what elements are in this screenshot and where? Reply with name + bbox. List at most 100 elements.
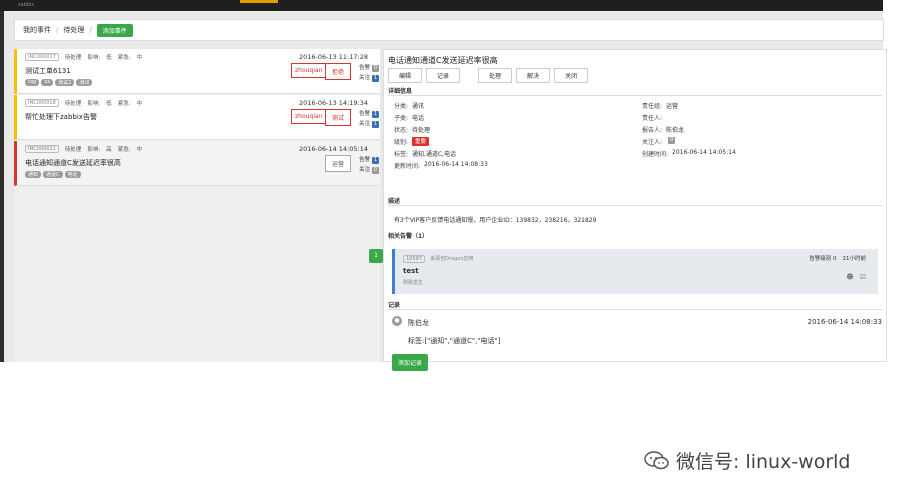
handle-button[interactable]: 处理 (478, 68, 513, 83)
field-tags: 标签: 通知,通道C,电话 (394, 149, 456, 158)
add-log-button[interactable]: 添加记录 (392, 354, 429, 371)
assignee-button[interactable]: zhouqian (291, 63, 327, 78)
event-counts: 告警 1 关注 0 (359, 155, 380, 175)
impact-label: 影响: (87, 147, 101, 153)
field-owner: 责任人: (642, 113, 666, 122)
event-status: 待处理 (64, 101, 82, 107)
field-subcategory: 子类: 电话 (394, 113, 424, 122)
description-text: 有3个VIP客户反馈电话通知慢，用户企业ID：139832，238216，321… (394, 217, 597, 224)
event-tags: tag xx 测试2 测试 (25, 79, 374, 86)
event-tags: 通知 通道C 电话 (25, 171, 374, 178)
field-created: 创建时间: 2016-06-14 14:05:14 (642, 149, 736, 158)
alert-sub: 刚刚发生 (403, 280, 424, 286)
detail-toolbar: 编辑 记录 处理 解决 关闭 (388, 68, 589, 83)
alarms-label: 告警 (359, 65, 371, 71)
field-updated: 更新时间: 2016-06-14 14:08:33 (394, 161, 488, 170)
info-heading: 详细信息 (388, 88, 413, 95)
record-button[interactable]: 记录 (426, 68, 461, 83)
brand-label: zabbix (18, 2, 35, 8)
field-key: 报告人: (642, 127, 663, 134)
watermark-text: 微信号: linux-world (676, 451, 851, 473)
wechat-watermark: 微信号: linux-world (644, 447, 851, 474)
event-action-button[interactable]: 拒绝 (325, 63, 352, 80)
urgency-value: 中 (136, 147, 143, 153)
alarms-label: 告警 (359, 111, 371, 117)
tag[interactable]: 测试 (76, 79, 93, 86)
log-heading: 记录 (388, 302, 401, 309)
field-value: 电话 (412, 115, 425, 122)
tag[interactable]: 通知 (25, 171, 42, 178)
field-level: 级别: 重要 (394, 137, 430, 146)
event-id: INC000018 (25, 99, 59, 107)
field-key: 更新时间: (394, 163, 421, 170)
follows-count: 0 (372, 167, 380, 174)
close-button[interactable]: 关闭 (554, 68, 589, 83)
field-key: 责任人: (642, 115, 663, 122)
field-key: 状态: (394, 127, 409, 134)
alerts-heading: 相关告警（1） (388, 233, 429, 240)
breadcrumb-pending[interactable]: 待处理 (63, 25, 84, 35)
event-title[interactable]: 电话通知通道C发送延迟率很高 (25, 158, 374, 168)
active-nav-indicator (240, 0, 278, 3)
event-counts: 告警 1 关注 1 (359, 109, 380, 129)
alert-ago: 21小时前 (842, 256, 867, 262)
assignee-button[interactable]: zhouqian (291, 109, 327, 124)
follows-count: 1 (372, 121, 380, 128)
field-value: 2016-06-14 14:08:33 (424, 161, 488, 168)
field-value: 待处理 (412, 127, 431, 134)
field-value: 通知,通道C,电话 (412, 151, 457, 158)
event-action-button[interactable]: 运营 (325, 155, 352, 172)
field-watcher: 关注人: 0 (642, 137, 676, 146)
event-action-button[interactable]: 测试 (325, 109, 352, 126)
related-alert[interactable]: 10597 来源自Dragon应用 test 刚刚发生 告警级别 0 21小时前… (392, 249, 878, 294)
alert-source: 来源自Dragon应用 (430, 256, 474, 262)
tag[interactable]: tag (25, 79, 40, 86)
resolve-button[interactable]: 解决 (516, 68, 551, 83)
alert-actions: ☻ ☑ (846, 273, 866, 281)
breadcrumb-separator: / (89, 26, 92, 34)
event-list: INC000017 待处理 影响: 低 紧急: 中 2016-06-13 11:… (14, 49, 383, 362)
event-card[interactable]: INC000017 待处理 影响: 低 紧急: 中 2016-06-13 11:… (14, 49, 380, 94)
urgency-label: 紧急: (117, 147, 131, 153)
field-value: 2016-06-14 14:05:14 (672, 149, 736, 156)
field-key: 分类: (394, 103, 409, 110)
event-status: 待处理 (64, 147, 82, 153)
urgency-label: 紧急: (117, 55, 131, 61)
pagination-page-button[interactable]: 1 (369, 249, 383, 263)
event-id: INC000021 (25, 145, 59, 153)
alert-id: 10597 (403, 255, 425, 263)
field-value: 通讯 (412, 103, 425, 110)
tag[interactable]: 测试2 (55, 79, 75, 86)
add-event-button[interactable]: 添加事件 (96, 23, 133, 37)
event-id: INC000017 (25, 53, 59, 61)
tag[interactable]: xx (41, 79, 54, 86)
log-author: 陈伯龙 (408, 319, 429, 327)
urgency-value: 中 (136, 101, 143, 107)
check-icon[interactable]: ☑ (860, 273, 866, 281)
app-frame: 我的事件 / 待处理 / 添加事件 INC000017 待处理 影响: 低 紧急… (0, 11, 887, 371)
impact-label: 影响: (87, 55, 101, 61)
field-value: 运营 (666, 103, 679, 110)
follows-count: 1 (372, 75, 380, 82)
impact-value: 低 (106, 55, 112, 61)
alert-name[interactable]: test (403, 267, 870, 275)
tag[interactable]: 电话 (64, 171, 81, 178)
field-key: 创建时间: (642, 151, 669, 158)
field-category: 分类: 通讯 (394, 101, 424, 110)
watcher-count[interactable]: 0 (668, 137, 676, 144)
follows-label: 关注 (359, 75, 371, 81)
field-group: 责任组: 运营 (642, 101, 678, 110)
alarms-count: 0 (372, 65, 380, 72)
edit-button[interactable]: 编辑 (388, 68, 423, 83)
breadcrumb-my-events[interactable]: 我的事件 (23, 25, 51, 35)
user-icon[interactable]: ☻ (846, 273, 853, 281)
field-key: 标签: (394, 151, 409, 158)
alert-meta: 告警级别 0 21小时前 (809, 254, 866, 262)
event-card[interactable]: INC000018 待处理 影响: 低 紧急: 中 2016-06-13 14:… (14, 95, 380, 140)
tag[interactable]: 通道C (43, 171, 63, 178)
alert-level: 告警级别 0 (809, 256, 837, 262)
field-key: 责任组: (642, 103, 663, 110)
alarms-count: 1 (372, 157, 380, 164)
event-card-selected[interactable]: INC000021 待处理 影响: 高 紧急: 中 2016-06-14 14:… (14, 141, 380, 186)
event-detail-panel: 电话通知通道C发送延迟率很高 编辑 记录 处理 解决 关闭 详细信息 分类: 通讯… (383, 49, 887, 371)
